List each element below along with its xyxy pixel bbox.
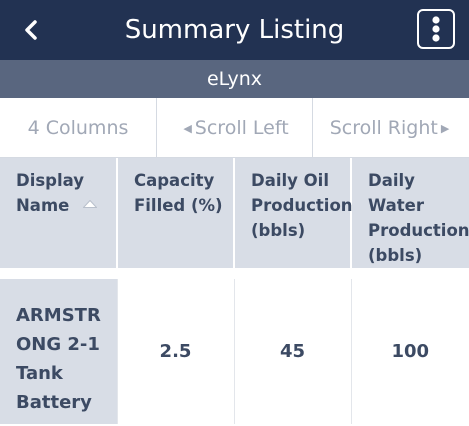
header-line: (bbls) [368,246,423,265]
name-line: ARMSTR [16,305,101,326]
columns-count-button[interactable]: 4 Columns [0,98,157,157]
chevron-left-icon [25,20,37,40]
back-button[interactable] [14,12,48,48]
header-line: Capacity [134,171,215,190]
row-oil-value: 45 [233,268,351,424]
header-line: Name [16,196,70,215]
column-header-daily-oil[interactable]: Daily Oil Production (bbls) [234,158,353,274]
name-line: Battery [16,392,92,413]
sort-ascending-icon [83,199,98,208]
header-line: Water [368,196,424,215]
more-menu-button[interactable] [417,9,455,49]
summary-table: Display Name Capacity Filled (%) Daily O… [0,158,469,424]
columns-count-label: 4 Columns [27,116,129,139]
header-line: Production [251,196,353,215]
column-controls: 4 Columns ◀ Scroll Left Scroll Right ▶ [0,98,469,158]
caret-left-icon: ◀ [183,122,192,135]
kebab-menu-icon [432,16,440,42]
table-row[interactable]: ARMSTR ONG 2-1 Tank Battery 2.5 45 100 [0,268,469,424]
row-capacity-value: 2.5 [116,268,234,424]
caret-right-icon: ▶ [440,122,450,135]
header-line: Production [368,221,469,240]
page-title: Summary Listing [124,15,345,45]
header-line: Daily Oil [251,171,329,190]
header-line: Filled (%) [134,196,223,215]
scroll-right-button[interactable]: Scroll Right ▶ [313,98,469,157]
column-header-daily-water[interactable]: Daily Water Production (bbls) [351,158,469,274]
header-line: Daily [368,171,415,190]
row-water-value: 100 [350,268,469,424]
name-line: Tank [16,363,63,384]
column-header-display-name[interactable]: Display Name [0,158,118,274]
row-display-name: ARMSTR ONG 2-1 Tank Battery [0,268,117,424]
scroll-left-button[interactable]: ◀ Scroll Left [157,98,313,157]
app-header: Summary Listing [0,0,469,60]
source-label: eLynx [0,60,469,98]
name-line: ONG 2-1 [16,334,100,355]
column-header-capacity[interactable]: Capacity Filled (%) [117,158,235,274]
scroll-left-label: Scroll Left [194,116,289,139]
header-line: Display [16,171,85,190]
scroll-right-label: Scroll Right [329,116,438,139]
header-line: (bbls) [251,221,306,240]
